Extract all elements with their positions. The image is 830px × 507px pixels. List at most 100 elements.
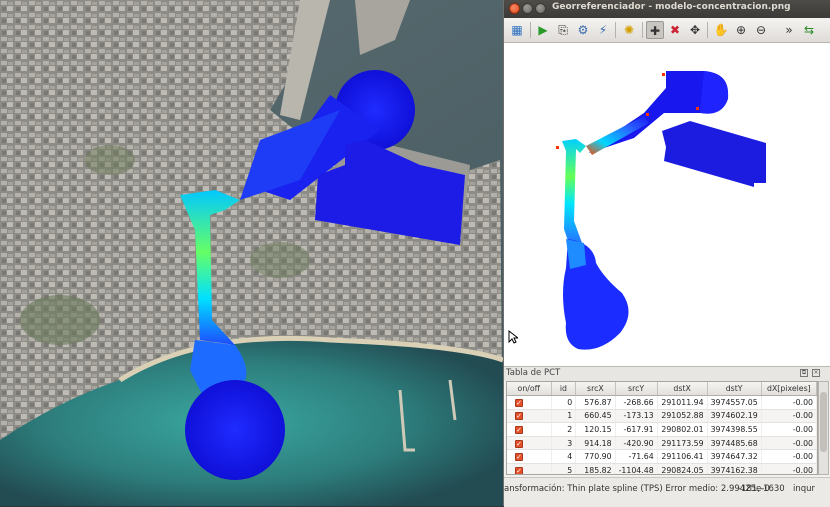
enable-checkbox[interactable]: ✓ [507, 395, 552, 410]
cell-srcx: 185.82 [575, 463, 616, 474]
toolbar-separator [615, 22, 616, 38]
status-bar: ansformación: Thin plate spline (TPS) Er… [504, 477, 830, 507]
delete-point-icon[interactable]: ✖ [666, 21, 684, 39]
cell-dx: -0.00 [761, 449, 817, 464]
checkbox-checked-icon[interactable]: ✓ [515, 466, 523, 474]
georef-toolbar: ▦ ▶ ⎘ ⚙ ⚡ ✺ ✚ ✖ ✥ ✋ ⊕ ⊖ » ⇆ [504, 18, 830, 43]
enable-checkbox[interactable]: ✓ [507, 436, 552, 451]
cell-id: 4 [551, 449, 577, 464]
pct-table-header-row: on/off id srcX srcY dstX dstY dX[pixeles… [507, 382, 817, 396]
cell-srcx: 770.90 [575, 449, 616, 464]
transform-settings-icon[interactable]: ⚡ [594, 21, 612, 39]
cell-dstx: 291173.59 [657, 436, 708, 451]
table-row[interactable]: ✓ 1 660.45 -173.13 291052.88 3974602.19 … [507, 409, 817, 424]
close-panel-icon[interactable]: × [812, 369, 820, 377]
cell-id: 0 [551, 395, 577, 410]
checkbox-checked-icon[interactable]: ✓ [515, 439, 523, 448]
add-point-icon[interactable]: ✚ [646, 21, 664, 39]
georef-raster-canvas[interactable] [504, 43, 830, 366]
cell-dstx: 291011.94 [657, 395, 708, 410]
cell-dstx: 290802.01 [657, 422, 708, 437]
cell-dx: -0.00 [761, 409, 817, 424]
start-georef-icon[interactable]: ▶ [534, 21, 552, 39]
cell-dstx: 290824.05 [657, 463, 708, 474]
pct-table-container: on/off id srcX srcY dstX dstY dX[pixeles… [506, 381, 818, 475]
table-row[interactable]: ✓ 2 120.15 -617.91 290802.01 3974398.55 … [507, 422, 817, 437]
cell-srcy: -420.90 [615, 436, 658, 451]
checkbox-checked-icon[interactable]: ✓ [515, 412, 523, 421]
minimize-window-button[interactable] [522, 3, 533, 14]
zoom-in-icon[interactable]: ⊕ [732, 21, 750, 39]
enable-checkbox[interactable]: ✓ [507, 422, 552, 437]
cell-id: 3 [551, 436, 577, 451]
checkbox-checked-icon[interactable]: ✓ [515, 453, 523, 462]
column-header[interactable]: dstX [657, 382, 708, 396]
cell-dx: -0.00 [761, 395, 817, 410]
pct-table-scrollbar[interactable] [818, 381, 829, 475]
table-row[interactable]: ✓ 5 185.82 -1104.48 290824.05 3974162.38… [507, 463, 817, 474]
raster-props-icon[interactable]: ✺ [620, 21, 638, 39]
cell-srcx: 660.45 [575, 409, 616, 424]
cell-srcy: -71.64 [615, 449, 658, 464]
cell-dstx: 291052.88 [657, 409, 708, 424]
link-qgis-icon[interactable]: ⇆ [800, 21, 818, 39]
cell-dx: -0.00 [761, 463, 817, 474]
cell-srcy: -173.13 [615, 409, 658, 424]
toolbar-separator [707, 22, 708, 38]
toolbar-separator [642, 22, 643, 38]
cell-srcy: -617.91 [615, 422, 658, 437]
column-header[interactable]: srcX [575, 382, 616, 396]
window-title: Georreferenciador - modelo-concentracion… [552, 2, 791, 12]
toolbar-separator [530, 22, 531, 38]
cell-srcx: 120.15 [575, 422, 616, 437]
georeferencer-window: Georreferenciador - modelo-concentracion… [503, 0, 830, 507]
cell-id: 2 [551, 422, 577, 437]
cell-id: 1 [551, 409, 577, 424]
column-header[interactable]: id [551, 382, 577, 396]
checkbox-checked-icon[interactable]: ✓ [515, 425, 523, 434]
gen-script-icon[interactable]: ⎘ [554, 21, 572, 39]
cell-dstx: 291106.41 [657, 449, 708, 464]
enable-checkbox[interactable]: ✓ [507, 463, 552, 474]
mouse-pointer-icon [508, 330, 518, 344]
scrollbar-thumb[interactable] [820, 392, 827, 452]
cell-dsty: 3974398.55 [707, 422, 762, 437]
cell-dsty: 3974602.19 [707, 409, 762, 424]
cell-srcy: -1104.48 [615, 463, 658, 474]
pct-panel-header: Tabla de PCT ⧉ × [504, 366, 830, 381]
pct-panel-title: Tabla de PCT [506, 368, 561, 378]
cell-dsty: 3974647.32 [707, 449, 762, 464]
overflow-icon[interactable]: » [780, 21, 798, 39]
close-window-button[interactable] [509, 3, 520, 14]
status-unit-label: inqur [793, 484, 816, 494]
cell-id: 5 [551, 463, 577, 474]
transform-status-text: ansformación: Thin plate spline (TPS) Er… [504, 484, 770, 494]
checkbox-checked-icon[interactable]: ✓ [515, 398, 523, 407]
pct-table: on/off id srcX srcY dstX dstY dX[pixeles… [507, 382, 817, 474]
table-row[interactable]: ✓ 0 576.87 -268.66 291011.94 3974557.05 … [507, 395, 817, 410]
cell-dsty: 3974557.05 [707, 395, 762, 410]
cell-dx: -0.00 [761, 422, 817, 437]
cell-srcy: -268.66 [615, 395, 658, 410]
table-row[interactable]: ✓ 4 770.90 -71.64 291106.41 3974647.32 -… [507, 449, 817, 464]
column-header[interactable]: dX[pixeles] [761, 382, 817, 396]
coordinates-readout: -181,-1630 [738, 484, 785, 494]
enable-checkbox[interactable]: ✓ [507, 449, 552, 464]
enable-checkbox[interactable]: ✓ [507, 409, 552, 424]
add-raster-icon[interactable]: ▦ [508, 21, 526, 39]
zoom-out-icon[interactable]: ⊖ [752, 21, 770, 39]
cell-srcx: 576.87 [575, 395, 616, 410]
cell-dsty: 3974485.68 [707, 436, 762, 451]
float-panel-icon[interactable]: ⧉ [800, 369, 808, 377]
maximize-window-button[interactable] [535, 3, 546, 14]
window-titlebar[interactable]: Georreferenciador - modelo-concentracion… [504, 0, 830, 18]
move-gcp-icon[interactable]: ✥ [686, 21, 704, 39]
cell-srcx: 914.18 [575, 436, 616, 451]
column-header[interactable]: dstY [707, 382, 762, 396]
column-header[interactable]: srcY [615, 382, 658, 396]
settings-icon[interactable]: ⚙ [574, 21, 592, 39]
cell-dx: -0.00 [761, 436, 817, 451]
pan-icon[interactable]: ✋ [712, 21, 730, 39]
column-header[interactable]: on/off [507, 382, 552, 396]
table-row[interactable]: ✓ 3 914.18 -420.90 291173.59 3974485.68 … [507, 436, 817, 451]
